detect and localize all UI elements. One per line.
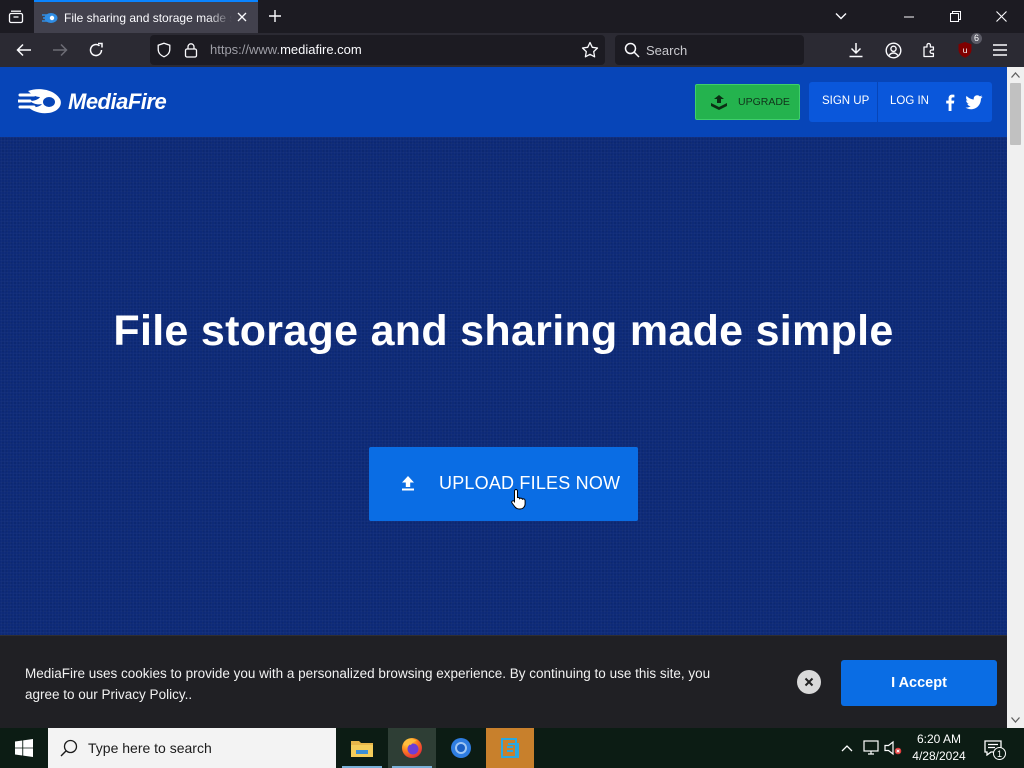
hand-cursor-icon xyxy=(511,488,527,515)
system-clock[interactable]: 6:20 AM 4/28/2024 xyxy=(906,731,972,765)
shield-icon[interactable] xyxy=(156,42,172,63)
taskbar-search-placeholder: Type here to search xyxy=(88,740,212,756)
upload-label: UPLOAD FILES NOW xyxy=(439,473,621,493)
cookie-consent-bar: MediaFire uses cookies to provide you wi… xyxy=(0,635,1007,728)
tab-title: File sharing and storage made simple xyxy=(64,10,232,25)
auth-nav: SIGN UP LOG IN xyxy=(809,82,992,122)
download-icon[interactable] xyxy=(842,37,870,63)
hamburger-menu-icon[interactable] xyxy=(986,37,1014,63)
scroll-up-icon[interactable] xyxy=(1007,68,1024,82)
tab-list-icon[interactable] xyxy=(4,5,28,29)
windows-taskbar: Type here to search 6:20 AM 4/28/2024 1 xyxy=(0,728,1024,768)
bookmark-star-icon[interactable] xyxy=(581,41,599,64)
search-placeholder: Search xyxy=(646,43,688,58)
log-in-link[interactable]: LOG IN xyxy=(890,95,929,107)
hero-title: File storage and sharing made simple xyxy=(113,307,894,355)
page-viewport: MediaFire UPGRADE SIGN UP LOG IN File st… xyxy=(0,67,1007,728)
close-icon[interactable] xyxy=(797,670,821,694)
search-bar[interactable]: Search xyxy=(615,35,804,65)
sign-up-link[interactable]: SIGN UP xyxy=(822,95,869,107)
upgrade-button[interactable]: UPGRADE xyxy=(695,84,800,120)
close-icon[interactable] xyxy=(234,9,250,25)
app-icon[interactable] xyxy=(486,728,534,768)
restore-icon[interactable] xyxy=(932,0,978,33)
mediafire-favicon xyxy=(42,10,58,26)
lock-icon[interactable] xyxy=(184,42,198,63)
logo-text: MediaFire xyxy=(68,89,167,114)
clock-time: 6:20 AM xyxy=(916,732,962,746)
chevron-up-icon[interactable] xyxy=(838,739,856,757)
divider xyxy=(877,82,878,122)
ublock-icon[interactable]: u 6 xyxy=(951,33,982,63)
firefox-icon[interactable] xyxy=(388,728,436,768)
browser-tab-strip: File sharing and storage made simple xyxy=(0,0,1024,33)
forward-arrow-icon[interactable] xyxy=(46,37,74,63)
back-arrow-icon[interactable] xyxy=(10,37,38,63)
windows-logo-icon[interactable] xyxy=(0,728,48,768)
extensions-icon[interactable] xyxy=(915,37,943,63)
facebook-icon[interactable] xyxy=(940,92,960,112)
clock-date: 4/28/2024 xyxy=(912,749,966,763)
accept-cookies-button[interactable]: I Accept xyxy=(841,660,997,706)
file-explorer-icon[interactable] xyxy=(338,728,386,768)
reload-icon[interactable] xyxy=(82,37,110,63)
scroll-down-icon[interactable] xyxy=(1007,713,1024,727)
page-scrollbar[interactable] xyxy=(1007,67,1024,728)
minimize-icon[interactable] xyxy=(886,0,932,33)
taskbar-search-box[interactable]: Type here to search xyxy=(48,728,336,768)
upload-files-button[interactable]: UPLOAD FILES NOW xyxy=(369,447,638,521)
speaker-muted-icon[interactable] xyxy=(884,739,902,757)
cookie-message: MediaFire uses cookies to provide you wi… xyxy=(25,666,711,702)
address-bar[interactable]: https://www.mediafire.com xyxy=(150,35,605,65)
browser-tab-active[interactable]: File sharing and storage made simple xyxy=(34,0,258,33)
search-icon xyxy=(624,42,640,63)
upload-arrow-icon xyxy=(401,475,415,496)
upgrade-label: UPGRADE xyxy=(738,96,790,108)
mediafire-logo[interactable]: MediaFire xyxy=(18,87,167,117)
chevron-down-icon[interactable] xyxy=(830,6,852,26)
search-icon xyxy=(60,739,78,762)
account-icon[interactable] xyxy=(879,37,907,63)
mediafire-flame-icon xyxy=(18,89,61,114)
extension-badge: 6 xyxy=(970,33,982,44)
url-text: https://www.mediafire.com xyxy=(210,42,362,57)
plus-icon[interactable] xyxy=(264,5,286,27)
notification-count: 1 xyxy=(993,747,1006,760)
browser-toolbar: https://www.mediafire.com Search u 6 xyxy=(0,33,1024,67)
window-close-icon[interactable] xyxy=(978,0,1024,33)
site-header: MediaFire UPGRADE SIGN UP LOG IN xyxy=(0,67,1007,137)
notification-icon[interactable]: 1 xyxy=(980,736,1006,760)
upgrade-box-icon xyxy=(711,95,727,110)
svg-text:u: u xyxy=(962,46,967,55)
scroll-thumb[interactable] xyxy=(1010,83,1021,145)
chrome-icon[interactable] xyxy=(437,728,485,768)
network-icon[interactable] xyxy=(862,739,880,757)
twitter-icon[interactable] xyxy=(964,92,984,112)
